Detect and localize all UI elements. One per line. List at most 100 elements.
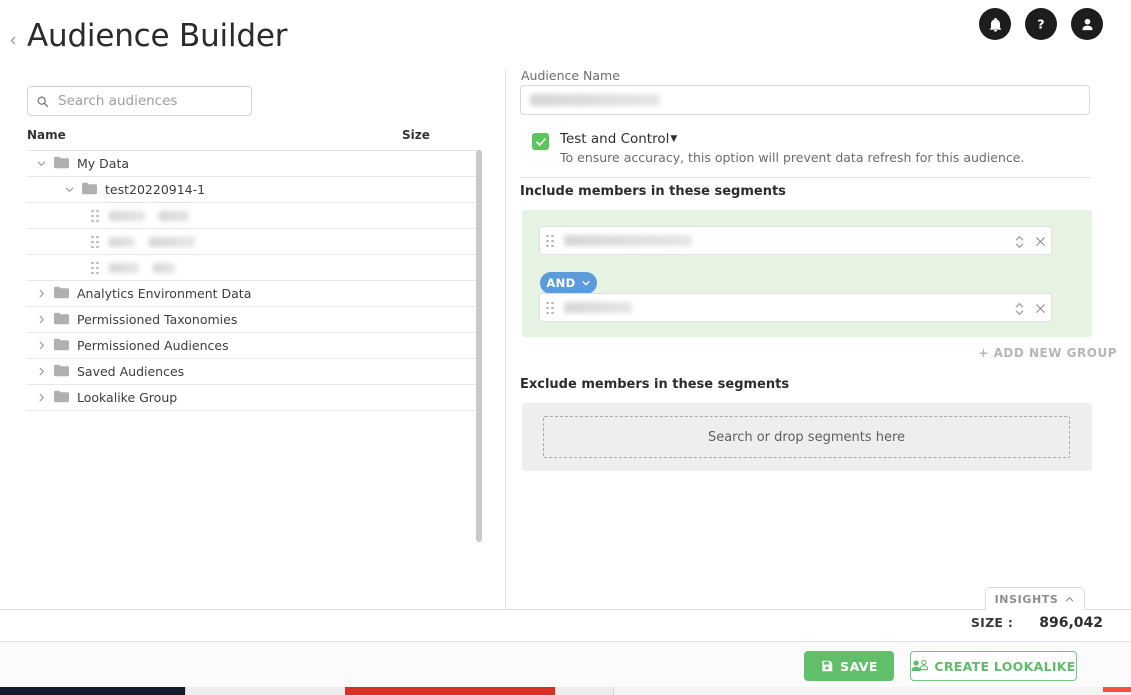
tree-item-label-redacted [109,262,139,273]
chevron-right-icon[interactable] [35,339,48,352]
tree-item-sublabel-redacted [153,262,175,273]
tree-item-sublabel-redacted [149,236,195,247]
search-input[interactable] [56,92,243,110]
tree-folder-row[interactable]: test20220914-1 [27,177,479,203]
folder-icon [54,156,69,172]
tree-item-label: test20220914-1 [105,182,206,197]
tree-item-label: Lookalike Group [77,390,178,405]
taskbar-segment [345,687,555,695]
caret-down-icon[interactable]: ▼ [670,134,677,144]
chevron-right-icon[interactable] [35,391,48,404]
tree-item-label: Permissioned Audiences [77,338,229,353]
audience-name-input[interactable] [520,85,1090,115]
page-header: ‹ Audience Builder ? [0,0,1131,68]
tree-folder-row[interactable]: Saved Audiences [27,359,479,385]
operator-and-dropdown[interactable]: AND [540,272,597,294]
tree-scrollbar-thumb[interactable] [476,150,482,542]
svg-text:?: ? [1037,18,1044,33]
taskbar-segment [185,687,345,695]
test-and-control-description: To ensure accuracy, this option will pre… [560,150,1025,165]
include-section-title: Include members in these segments [520,184,786,199]
bell-icon[interactable] [979,8,1011,40]
check-icon [535,137,546,146]
audience-definition-panel: Audience Name Test and Control▼ To ensur… [506,68,1131,610]
drag-handle-icon[interactable] [91,235,101,249]
folder-icon [82,182,97,198]
include-segment-group: AND [522,210,1092,337]
audience-name-label: Audience Name [521,68,620,83]
close-icon[interactable] [1034,302,1047,315]
audience-builder-page: ‹ Audience Builder ? Search audiences Na… [0,0,1131,695]
taskbar-segment [613,687,1131,695]
audience-size-row: SIZE : 896,042 [971,615,1103,631]
chevron-down-icon [582,281,590,286]
tree-item-label-redacted [109,236,135,247]
stepper-icon[interactable] [1014,301,1025,317]
chevron-left-icon[interactable]: ‹ [4,29,22,51]
add-person-icon [911,659,929,672]
close-icon[interactable] [1034,235,1047,248]
save-button[interactable]: SAVE [804,651,894,681]
chevron-down-icon[interactable] [63,183,76,196]
folder-icon [54,390,69,406]
chevron-right-icon[interactable] [35,313,48,326]
segment-row[interactable] [539,293,1052,322]
test-and-control-checkbox[interactable] [532,133,549,150]
size-value: 896,042 [1039,615,1103,631]
tree-column-headers: Name Size [27,126,479,148]
annotation-highlight-edge [1103,687,1131,692]
column-header-name: Name [27,128,66,142]
tree-item-row[interactable] [27,229,479,255]
tree-folder-row[interactable]: Analytics Environment Data [27,281,479,307]
column-header-size: Size [402,128,430,142]
audience-name-value-redacted [530,94,660,106]
drag-handle-icon[interactable] [91,209,101,223]
header-icon-group: ? [979,8,1103,40]
create-lookalike-button[interactable]: CREATE LOOKALIKE [910,651,1077,681]
save-button-label: SAVE [840,658,878,674]
tree-item-label: My Data [77,156,130,171]
test-and-control-text: Test and Control [560,131,670,147]
search-audiences-field[interactable] [27,86,252,116]
create-lookalike-label: CREATE LOOKALIKE [934,658,1076,674]
segment-row[interactable] [539,226,1052,255]
stepper-icon[interactable] [1014,234,1025,250]
audience-tree[interactable]: My Data test20220914-1 Analytics Environme… [27,150,479,479]
tree-scrollbar[interactable] [476,150,482,542]
drag-handle-icon[interactable] [546,301,556,315]
chevron-right-icon[interactable] [35,287,48,300]
drag-handle-icon[interactable] [91,261,101,275]
tree-folder-row[interactable]: Permissioned Taxonomies [27,307,479,333]
drag-handle-icon[interactable] [546,234,556,248]
tree-folder-row[interactable]: Lookalike Group [27,385,479,411]
chevron-up-icon [1066,596,1074,601]
page-title: Audience Builder [27,18,288,54]
folder-icon [54,286,69,302]
chevron-down-icon[interactable] [35,157,48,170]
insights-tab[interactable]: INSIGHTS [985,587,1085,610]
tree-item-sublabel-redacted [159,210,189,221]
os-taskbar-strip [0,687,1131,695]
tree-folder-row[interactable]: My Data [27,151,479,177]
exclude-dropzone-label: Search or drop segments here [707,429,906,445]
chevron-right-icon[interactable] [35,365,48,378]
tree-item-row[interactable] [27,203,479,229]
tree-item-label: Saved Audiences [77,364,185,379]
tree-item-row[interactable] [27,255,479,281]
exclude-section-title: Exclude members in these segments [520,377,790,392]
segment-controls [1014,294,1047,323]
tree-folder-row[interactable]: Permissioned Audiences [27,333,479,359]
taskbar-segment [0,687,185,695]
help-icon[interactable]: ? [1025,8,1057,40]
tree-item-label: Permissioned Taxonomies [77,312,238,327]
add-new-group-button[interactable]: + ADD NEW GROUP [978,346,1117,360]
insights-label: INSIGHTS [994,592,1059,606]
action-bar: SAVE CREATE LOOKALIKE [0,641,1131,687]
size-label: SIZE : [970,615,1014,630]
save-icon [822,660,833,672]
exclude-dropzone[interactable]: Search or drop segments here [543,416,1070,458]
folder-icon [54,364,69,380]
account-icon[interactable] [1071,8,1103,40]
tree-item-label-redacted [109,210,145,221]
test-and-control-label[interactable]: Test and Control▼ [560,131,677,147]
